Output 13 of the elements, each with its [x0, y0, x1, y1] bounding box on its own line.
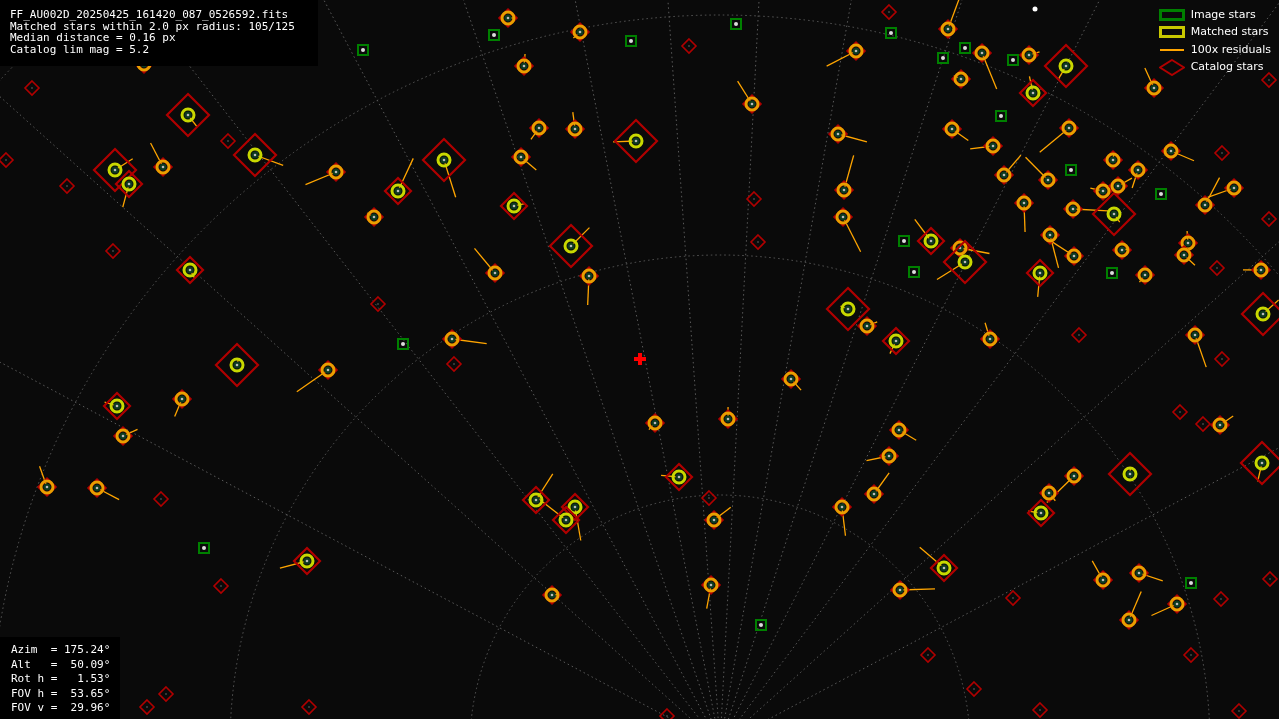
- pointing-text: FOV h = 53.65°: [11, 686, 111, 701]
- info-text: Median distance = 0.16 px: [10, 32, 176, 44]
- legend-label: Catalog stars: [1190, 59, 1264, 75]
- legend-label: Matched stars: [1190, 24, 1269, 40]
- pointing-text: Azim = 175.24°: [11, 643, 111, 658]
- legend-label: 100x residuals: [1190, 41, 1271, 58]
- pointing-text: FOV v = 29.96°: [11, 701, 111, 716]
- pointing-text: Alt = 50.09°: [11, 657, 111, 672]
- legend-label: Image stars: [1190, 6, 1256, 23]
- info-text: FF_AU002D_20250425_161420_087_0526592.fits: [10, 9, 289, 21]
- pointing-text: Rot h = 1.53°: [11, 672, 111, 687]
- info-text: Catalog lim mag = 5.2: [10, 43, 150, 55]
- info-text: Matched stars within 2.0 px radius: 105/125: [10, 20, 295, 32]
